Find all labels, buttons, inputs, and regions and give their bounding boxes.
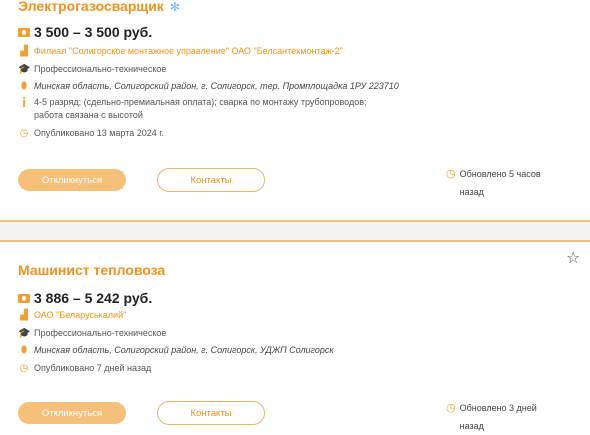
star-outline-icon[interactable]: ☆ (566, 248, 580, 268)
education-row: 🎓 Профессионально-техническое (18, 328, 167, 339)
factory-icon: ▟ (20, 46, 28, 57)
salary-value: 3 500 – 3 500 руб. (34, 24, 153, 40)
respond-button[interactable]: Откликнуться (18, 169, 126, 191)
info-line-1: 4-5 разряд; (сдельно-премиальная оплата)… (34, 97, 367, 107)
vacancy-title[interactable]: Электрогазосварщик ✻ (18, 0, 180, 14)
clock-icon: ◷ (19, 128, 29, 139)
employer-row[interactable]: ▟ Филиал "Солигорское монтажное управлен… (18, 45, 343, 58)
vacancy-card-2: ☆ Машинист тепловоза 3 886 – 5 242 руб. … (0, 240, 590, 433)
published-row: ◷ Опубликовано 13 марта 2024 г. (19, 128, 164, 139)
clock-icon: ◷ (19, 363, 29, 374)
employer-row[interactable]: ▟ ОАО "Беларуськалий" (18, 309, 126, 322)
updated-info: ◷ Обновлено 5 часов назад (446, 165, 541, 201)
card-separator (0, 222, 590, 240)
address-row: ⬮ Минская область, Солигорский район, г.… (18, 80, 399, 93)
graduation-cap-icon: 🎓 (18, 328, 31, 339)
updated-info: ◷ Обновлено 3 дней назад (446, 399, 537, 435)
money-icon (18, 293, 30, 303)
vacancy-title[interactable]: Машинист тепловоза (18, 262, 165, 278)
info-icon: i (22, 95, 26, 110)
address-row: ⬮ Минская область, Солигорский район, г.… (18, 344, 334, 357)
money-icon (18, 27, 30, 37)
employer-link[interactable]: Филиал "Солигорское монтажное управление… (34, 45, 343, 58)
snowflake-icon: ✻ (169, 0, 180, 14)
salary-value: 3 886 – 5 242 руб. (34, 290, 153, 306)
info-line-2: работа связана с высотой (34, 110, 143, 120)
info-row: i 4-5 разряд; (сдельно-премиальная оплат… (18, 95, 367, 122)
education-row: 🎓 Профессионально-техническое (18, 64, 167, 75)
salary: 3 886 – 5 242 руб. (18, 290, 152, 306)
location-pin-icon: ⬮ (20, 81, 28, 92)
contacts-button[interactable]: Контакты (157, 168, 265, 192)
graduation-cap-icon: 🎓 (18, 64, 31, 75)
vacancy-card-1: ✕ Электрогазосварщик✻ 3 500 – 3 500 руб.… (0, 0, 590, 222)
employer-link[interactable]: ОАО "Беларуськалий" (34, 309, 126, 322)
clock-icon: ◷ (446, 402, 456, 414)
salary: 3 500 – 3 500 руб. (18, 24, 152, 40)
factory-icon: ▟ (20, 310, 28, 321)
respond-button[interactable]: Откликнуться (18, 402, 126, 424)
published-row: ◷ Опубликовано 7 дней назад (19, 363, 152, 374)
contacts-button[interactable]: Контакты (157, 401, 265, 425)
clock-icon: ◷ (446, 168, 456, 180)
location-pin-icon: ⬮ (20, 345, 28, 356)
